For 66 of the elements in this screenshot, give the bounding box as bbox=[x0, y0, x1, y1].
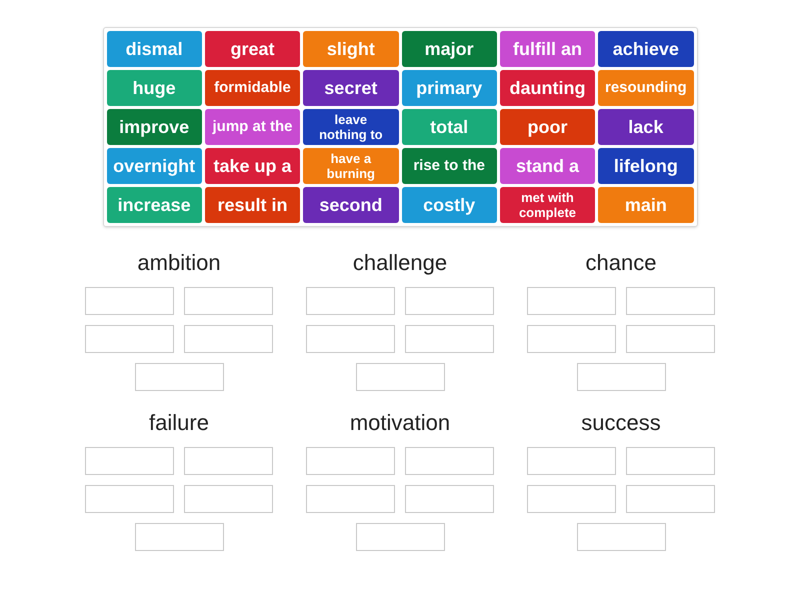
group-title: motivation bbox=[350, 409, 450, 437]
word-tile[interactable]: increase bbox=[106, 187, 202, 223]
drop-box[interactable] bbox=[184, 287, 273, 315]
group-title: success bbox=[581, 409, 661, 437]
drop-box[interactable] bbox=[306, 287, 395, 315]
drop-box[interactable] bbox=[85, 287, 174, 315]
word-tile[interactable]: primary bbox=[402, 70, 497, 106]
word-tile[interactable]: leave nothing to bbox=[303, 109, 398, 145]
word-tile[interactable]: slight bbox=[303, 31, 398, 67]
drop-box[interactable] bbox=[576, 363, 666, 391]
group-title: chance bbox=[586, 249, 656, 277]
word-tile[interactable]: second bbox=[303, 187, 398, 223]
drop-box[interactable] bbox=[184, 485, 273, 513]
word-tile[interactable]: stand a bbox=[500, 148, 596, 184]
word-tile[interactable]: major bbox=[402, 31, 497, 67]
word-tile[interactable]: fulfill an bbox=[500, 31, 596, 67]
word-tile[interactable]: total bbox=[402, 109, 497, 145]
word-tile[interactable]: dismal bbox=[106, 31, 202, 67]
group-title: challenge bbox=[352, 249, 448, 277]
drop-box[interactable] bbox=[576, 523, 666, 551]
word-tile[interactable]: poor bbox=[500, 109, 596, 145]
drop-box[interactable] bbox=[405, 485, 494, 513]
drop-box[interactable] bbox=[527, 485, 616, 513]
drop-box[interactable] bbox=[527, 287, 616, 315]
drop-box[interactable] bbox=[85, 325, 174, 353]
word-tile[interactable]: result in bbox=[204, 187, 300, 223]
drop-box[interactable] bbox=[134, 523, 224, 551]
drop-box[interactable] bbox=[527, 325, 616, 353]
drop-box[interactable] bbox=[626, 485, 715, 513]
drop-box[interactable] bbox=[405, 447, 494, 475]
word-tile[interactable]: achieve bbox=[598, 31, 694, 67]
drop-box[interactable] bbox=[85, 485, 174, 513]
group-title: failure bbox=[149, 409, 209, 437]
drop-box[interactable] bbox=[306, 325, 395, 353]
drop-box[interactable] bbox=[184, 325, 273, 353]
word-tile[interactable]: take up a bbox=[204, 148, 300, 184]
drop-box[interactable] bbox=[405, 287, 494, 315]
word-tile[interactable]: jump at the bbox=[204, 109, 300, 145]
drop-box[interactable] bbox=[356, 523, 444, 551]
word-tile[interactable]: costly bbox=[402, 187, 497, 223]
word-tile[interactable]: main bbox=[598, 187, 694, 223]
drop-box[interactable] bbox=[356, 363, 444, 391]
word-tile[interactable]: improve bbox=[106, 109, 202, 145]
word-tile[interactable]: have a burning bbox=[303, 148, 398, 184]
drop-box[interactable] bbox=[306, 447, 395, 475]
drop-box[interactable] bbox=[527, 447, 616, 475]
drop-box[interactable] bbox=[134, 363, 224, 391]
drop-box[interactable] bbox=[626, 447, 715, 475]
word-tile[interactable]: secret bbox=[303, 70, 398, 106]
drop-box[interactable] bbox=[306, 485, 395, 513]
word-tile[interactable]: met with complete bbox=[500, 187, 596, 223]
word-tile[interactable]: rise to the bbox=[402, 148, 497, 184]
word-tile[interactable]: formidable bbox=[204, 70, 300, 106]
group-title: ambition bbox=[137, 249, 221, 277]
word-tile[interactable]: lack bbox=[598, 109, 694, 145]
drop-box[interactable] bbox=[626, 325, 715, 353]
word-tile[interactable]: great bbox=[204, 31, 300, 67]
word-tile[interactable]: lifelong bbox=[598, 148, 694, 184]
drop-box[interactable] bbox=[85, 447, 174, 475]
word-tile[interactable]: huge bbox=[106, 70, 202, 106]
drop-box[interactable] bbox=[405, 325, 494, 353]
word-tile[interactable]: overnight bbox=[106, 148, 202, 184]
word-tile[interactable]: daunting bbox=[500, 70, 596, 106]
word-tile[interactable]: resounding bbox=[598, 70, 694, 106]
drop-box[interactable] bbox=[184, 447, 273, 475]
drop-box[interactable] bbox=[626, 287, 715, 315]
